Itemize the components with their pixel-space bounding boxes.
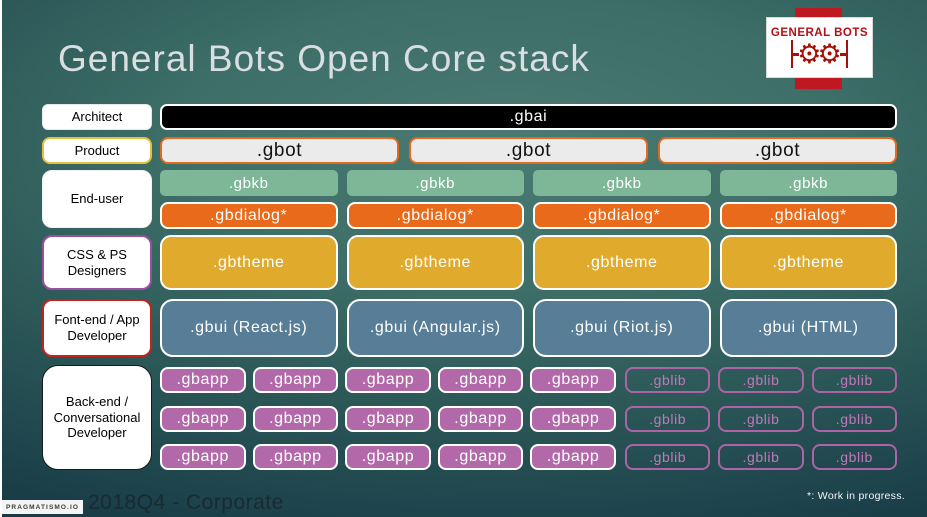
row-gbdialog: .gbdialog* .gbdialog* .gbdialog* .gbdial…: [160, 202, 897, 229]
gblib-box: .gblib: [811, 444, 897, 470]
gbdialog-box: .gbdialog*: [533, 202, 711, 229]
gblib-group: .gblib .gblib .gblib: [625, 367, 897, 393]
work-in-progress-footnote: *: Work in progress.: [806, 490, 905, 502]
gblib-box: .gblib: [625, 444, 711, 470]
gear-icon: ⚙: [817, 38, 842, 70]
gbdialog-box: .gbdialog*: [160, 202, 338, 229]
gbtheme-box: .gbtheme: [346, 235, 524, 290]
gbot-box: .gbot: [160, 137, 399, 164]
row-label-architect: Architect: [42, 104, 152, 130]
row-apps-1: .gbapp .gbapp .gbapp .gbapp .gbapp .gbli…: [160, 367, 897, 393]
row-gbkb: .gbkb .gbkb .gbkb .gbkb: [160, 170, 897, 196]
gbtheme-box: .gbtheme: [719, 235, 897, 290]
gblib-group: .gblib .gblib .gblib: [625, 406, 897, 432]
gbui-html-box: .gbui (HTML): [719, 299, 897, 357]
slide-title: General Bots Open Core stack: [58, 38, 590, 79]
gear-bar-right: [845, 40, 849, 68]
gbapp-group: .gbapp .gbapp .gbapp .gbapp .gbapp: [160, 367, 616, 393]
row-label-css-ps-designers: CSS & PS Designers: [42, 235, 152, 290]
gbapp-box: .gbapp: [437, 367, 524, 393]
gbapp-box: .gbapp: [530, 444, 616, 470]
row-label-product: Product: [42, 137, 152, 164]
general-bots-logo: GENERAL BOTS ⚙ ⚙: [766, 17, 873, 78]
gbapp-box: .gbapp: [345, 367, 431, 393]
gbkb-box: .gbkb: [719, 170, 897, 196]
gbapp-box: .gbapp: [437, 444, 524, 470]
row-gbai: .gbai: [160, 104, 897, 130]
slide-left-edge: [0, 0, 2, 517]
gbapp-group: .gbapp .gbapp .gbapp .gbapp .gbapp: [160, 444, 616, 470]
gbapp-box: .gbapp: [345, 444, 431, 470]
gblib-box: .gblib: [811, 406, 897, 432]
gbdialog-box: .gbdialog*: [346, 202, 524, 229]
gbui-react-box: .gbui (React.js): [160, 299, 338, 357]
gbapp-box: .gbapp: [345, 406, 431, 432]
gears-icon: ⚙ ⚙: [790, 38, 849, 70]
slide: General Bots Open Core stack GENERAL BOT…: [0, 0, 927, 517]
gblib-box: .gblib: [625, 406, 711, 432]
gbkb-box: .gbkb: [533, 170, 711, 196]
gbkb-box: .gbkb: [160, 170, 338, 196]
logo-brand-text: GENERAL BOTS: [770, 27, 869, 39]
gblib-group: .gblib .gblib .gblib: [625, 444, 897, 470]
gbapp-box: .gbapp: [530, 406, 616, 432]
gbapp-box: .gbapp: [160, 406, 246, 432]
gblib-box: .gblib: [718, 406, 804, 432]
gbapp-box: .gbapp: [160, 444, 246, 470]
gblib-box: .gblib: [718, 444, 804, 470]
gbai-box: .gbai: [160, 104, 897, 130]
gbapp-box: .gbapp: [252, 444, 339, 470]
gbtheme-box: .gbtheme: [533, 235, 711, 290]
gbapp-box: .gbapp: [530, 367, 616, 393]
gbapp-group: .gbapp .gbapp .gbapp .gbapp .gbapp: [160, 406, 616, 432]
gbapp-box: .gbapp: [437, 406, 524, 432]
footer-caption: 2018Q4 - Corporate: [88, 491, 284, 514]
gblib-box: .gblib: [718, 367, 804, 393]
gblib-box: .gblib: [811, 367, 897, 393]
gbapp-box: .gbapp: [160, 367, 246, 393]
gbdialog-box: .gbdialog*: [719, 202, 897, 229]
gbui-riot-box: .gbui (Riot.js): [533, 299, 711, 357]
gblib-box: .gblib: [625, 367, 711, 393]
gbkb-box: .gbkb: [346, 170, 524, 196]
gbot-box: .gbot: [409, 137, 648, 164]
row-label-backend-conversational-developer: Back-end / Conversational Developer: [42, 365, 152, 470]
row-apps-2: .gbapp .gbapp .gbapp .gbapp .gbapp .gbli…: [160, 406, 897, 432]
gbui-angular-box: .gbui (Angular.js): [346, 299, 524, 357]
row-gbui: .gbui (React.js) .gbui (Angular.js) .gbu…: [160, 299, 897, 357]
row-gbtheme: .gbtheme .gbtheme .gbtheme .gbtheme: [160, 235, 897, 290]
row-label-end-user: End-user: [42, 170, 152, 228]
pragmatismo-badge: PRAGMATISMO.IO: [2, 500, 83, 514]
row-gbot: .gbot .gbot .gbot: [160, 137, 897, 164]
row-label-frontend-app-developer: Font-end / App Developer: [42, 299, 152, 357]
row-apps-3: .gbapp .gbapp .gbapp .gbapp .gbapp .gbli…: [160, 444, 897, 470]
gbot-box: .gbot: [658, 137, 897, 164]
gbapp-box: .gbapp: [252, 406, 339, 432]
gbapp-box: .gbapp: [252, 367, 339, 393]
gbtheme-box: .gbtheme: [160, 235, 338, 290]
